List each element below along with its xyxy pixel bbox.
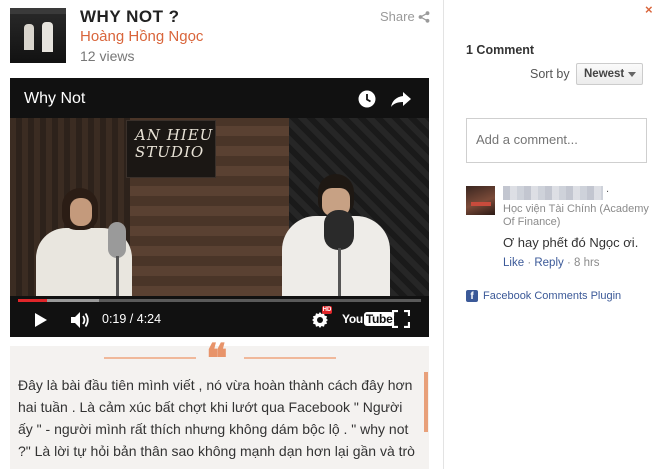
- hd-badge: HD: [322, 306, 332, 314]
- share-button[interactable]: Share: [380, 9, 430, 24]
- play-icon[interactable]: [34, 312, 48, 328]
- sort-value: Newest: [584, 68, 625, 80]
- time-display: 0:19 / 4:24: [102, 312, 162, 326]
- reply-link[interactable]: Reply: [534, 257, 563, 269]
- player-title[interactable]: Why Not: [24, 90, 85, 108]
- close-icon[interactable]: ×: [645, 2, 653, 17]
- facebook-icon: f: [466, 290, 478, 302]
- player-share-icon[interactable]: [390, 90, 412, 108]
- youtube-logo-left: You: [342, 312, 363, 326]
- view-count: 12 views: [80, 48, 135, 64]
- sort-label: Sort by: [530, 67, 570, 81]
- microphone-icon: [324, 210, 354, 250]
- volume-icon[interactable]: [70, 311, 90, 329]
- video-thumbnail[interactable]: [10, 8, 66, 63]
- player-controls: 0:19 / 4:24 HD You Tube: [10, 296, 429, 337]
- comment-text: Ơ hay phết đó Ngọc ơi.: [503, 235, 639, 250]
- page: WHY NOT ? Hoàng Hồng Ngọc 12 views Share…: [0, 0, 660, 469]
- article-text: Đây là bài đầu tiên mình viết , nó vừa h…: [18, 377, 415, 459]
- youtube-logo-right: Tube: [363, 312, 395, 326]
- progress-bar[interactable]: [18, 299, 421, 302]
- share-label: Share: [380, 9, 415, 24]
- like-link[interactable]: Like: [503, 257, 524, 269]
- facebook-plugin-link[interactable]: f Facebook Comments Plugin: [466, 290, 621, 302]
- comment-input[interactable]: [466, 118, 647, 163]
- video-panel: WHY NOT ? Hoàng Hồng Ngọc 12 views Share…: [0, 0, 443, 469]
- studio-logo: AN HIEU STUDIO: [126, 120, 216, 178]
- comment-count: 1 Comment: [466, 43, 535, 57]
- progress-fill: [18, 299, 48, 302]
- comment-actions: Like · Reply · 8 hrs: [503, 257, 600, 269]
- author-link[interactable]: Hoàng Hồng Ngọc: [80, 28, 203, 45]
- scrollbar[interactable]: [424, 372, 428, 432]
- sort-dropdown[interactable]: Newest: [576, 63, 643, 85]
- plugin-label: Facebook Comments Plugin: [483, 290, 622, 302]
- comment-age: 8 hrs: [573, 257, 600, 269]
- watch-later-icon[interactable]: [358, 90, 376, 108]
- video-title: WHY NOT ?: [80, 7, 180, 26]
- player-header: Why Not: [10, 78, 429, 118]
- divider-right: [244, 357, 336, 359]
- commenter-name-dot: .: [606, 183, 610, 195]
- microphone-icon: [108, 222, 126, 258]
- chevron-down-icon: [628, 72, 636, 77]
- divider-left: [104, 357, 196, 359]
- commenter-affiliation[interactable]: Học viện Tài Chính (Academy Of Finance): [503, 203, 653, 229]
- avatar[interactable]: [466, 186, 495, 215]
- commenter-name-blurred[interactable]: [503, 186, 603, 200]
- quote-icon: ❝: [206, 335, 228, 382]
- fullscreen-icon[interactable]: [392, 310, 410, 328]
- video-frame[interactable]: AN HIEU STUDIO: [10, 118, 429, 296]
- share-icon: [418, 10, 430, 23]
- youtube-logo[interactable]: You Tube: [342, 312, 395, 326]
- studio-logo-text: AN HIEU STUDIO: [135, 126, 214, 161]
- video-player[interactable]: Why Not AN HIEU STUDIO 0:19 / 4:24 HD Yo…: [10, 78, 429, 337]
